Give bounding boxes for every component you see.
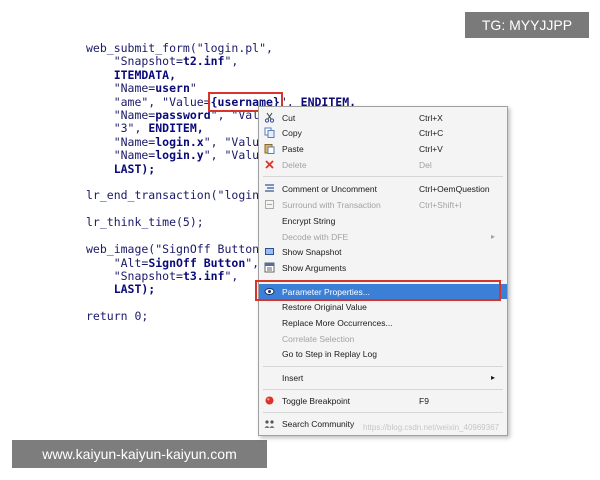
menu-separator <box>263 389 503 390</box>
menu-separator <box>263 412 503 413</box>
menu-label: Encrypt String <box>282 215 336 226</box>
menu-item-cut[interactable]: Cut Ctrl+X <box>259 110 507 125</box>
menu-label: Comment or Uncomment <box>282 183 377 194</box>
menu-label: Insert <box>282 372 304 383</box>
menu-item-insert[interactable]: Insert ▸ <box>259 370 507 385</box>
code-line: lr_end_transaction("login_t <box>86 188 273 203</box>
menu-shortcut: Ctrl+Shift+I <box>419 199 462 210</box>
menu-label: Delete <box>282 159 307 170</box>
menu-label: Copy <box>282 127 302 138</box>
code-line: lr_think_time(5); <box>86 215 204 230</box>
menu-shortcut: Ctrl+OemQuestion <box>419 183 490 194</box>
menu-item-surround-transaction[interactable]: Surround with Transaction Ctrl+Shift+I <box>259 197 507 212</box>
menu-label: Toggle Breakpoint <box>282 395 351 406</box>
code-line: "3", ENDITEM, <box>86 121 204 136</box>
menu-label: Correlate Selection <box>282 333 355 344</box>
menu-item-toggle-breakpoint[interactable]: Toggle Breakpoint F9 <box>259 393 507 408</box>
code-line: web_image("SignOff Button", <box>86 242 273 257</box>
menu-shortcut: Ctrl+X <box>419 112 443 123</box>
menu-item-show-arguments[interactable]: Show Arguments <box>259 260 507 275</box>
code-line: LAST); <box>86 161 156 176</box>
code-line: "Snapshot=t3.inf", <box>86 268 239 283</box>
submenu-arrow-icon: ▸ <box>491 373 496 382</box>
code-line: "Alt=SignOff Button", <box>86 255 260 270</box>
menu-item-copy[interactable]: Copy Ctrl+C <box>259 125 507 140</box>
menu-label: Paste <box>282 143 304 154</box>
menu-item-paste[interactable]: Paste Ctrl+V <box>259 141 507 156</box>
delete-icon <box>264 159 275 170</box>
menu-label: Restore Original Value <box>282 301 367 312</box>
menu-item-encrypt-string[interactable]: Encrypt String <box>259 213 507 228</box>
menu-shortcut: Ctrl+V <box>419 143 443 154</box>
menu-separator <box>263 176 503 177</box>
code-line: "Name=password", "Value= <box>86 108 280 123</box>
tg-watermark-badge: TG: MYYJJPP <box>465 12 589 38</box>
menu-separator <box>263 366 503 367</box>
code-line: "Name=login.y", "Value= <box>86 148 273 163</box>
menu-shortcut: F9 <box>419 395 429 406</box>
menu-item-delete[interactable]: Delete Del <box>259 157 507 172</box>
menu-label: Go to Step in Replay Log <box>282 348 377 359</box>
menu-label: Show Arguments <box>282 262 347 273</box>
menu-item-decode-dfe[interactable]: Decode with DFE ▸ <box>259 229 507 244</box>
code-line: "Name=login.x", "Value= <box>86 134 273 149</box>
menu-item-comment-uncomment[interactable]: Comment or Uncomment Ctrl+OemQuestion <box>259 181 507 196</box>
menu-item-go-to-step[interactable]: Go to Step in Replay Log <box>259 346 507 361</box>
code-line: "Name=usern" <box>86 81 197 96</box>
submenu-arrow-icon: ▸ <box>491 232 496 241</box>
community-icon <box>264 418 275 429</box>
comment-icon <box>264 183 275 194</box>
menu-item-correlate-selection[interactable]: Correlate Selection <box>259 331 507 346</box>
menu-label: Surround with Transaction <box>282 199 381 210</box>
menu-shortcut: Ctrl+C <box>419 127 444 138</box>
code-line: return 0; <box>86 309 149 324</box>
breakpoint-icon <box>264 395 275 406</box>
code-line: web_submit_form("login.pl", <box>86 41 273 55</box>
menu-label: Decode with DFE <box>282 231 349 242</box>
scissors-icon <box>264 112 275 123</box>
arguments-icon <box>264 262 275 273</box>
menu-label: Cut <box>282 112 296 123</box>
menu-item-restore-original[interactable]: Restore Original Value <box>259 299 507 314</box>
menu-item-show-snapshot[interactable]: Show Snapshot <box>259 244 507 259</box>
copy-icon <box>264 127 275 138</box>
selection-highlight-box <box>255 280 501 301</box>
menu-label: Replace More Occurrences... <box>282 317 393 328</box>
code-line: "Snapshot=t2.inf", <box>86 54 239 69</box>
menu-shortcut: Del <box>419 159 432 170</box>
blog-watermark: https://blog.csdn.net/weixin_40969367 <box>363 423 500 432</box>
transaction-icon <box>264 199 275 210</box>
menu-item-replace-occurrences[interactable]: Replace More Occurrences... <box>259 315 507 330</box>
snapshot-icon <box>264 246 275 257</box>
code-line: ITEMDATA, <box>86 67 177 82</box>
url-watermark-badge: www.kaiyun-kaiyun-kaiyun.com <box>12 440 267 468</box>
code-line: LAST); <box>86 282 156 297</box>
menu-label: Show Snapshot <box>282 246 342 257</box>
paste-icon <box>264 143 275 154</box>
context-menu: Cut Ctrl+X Copy Ctrl+C Paste Ctrl+V Dele… <box>258 106 508 436</box>
menu-label: Search Community <box>282 418 355 429</box>
